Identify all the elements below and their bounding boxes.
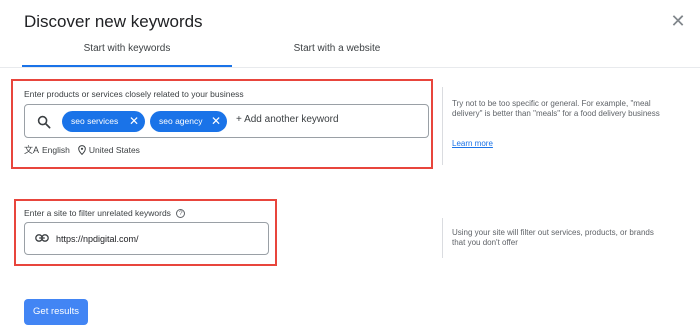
tab-divider	[0, 67, 700, 68]
locale-settings[interactable]: 文A English United States	[24, 143, 140, 156]
close-icon[interactable]: ✕	[670, 12, 686, 30]
keywords-tip-text: Try not to be too specific or general. F…	[452, 99, 660, 118]
language-value[interactable]: English	[42, 145, 70, 155]
add-keyword-placeholder[interactable]: + Add another keyword	[236, 114, 339, 125]
keyword-chip[interactable]: seo agency ✕	[150, 111, 227, 132]
remove-chip-icon[interactable]: ✕	[211, 111, 221, 132]
keyword-input[interactable]: seo services ✕ seo agency ✕ + Add anothe…	[24, 104, 429, 138]
dialog-title: Discover new keywords	[24, 12, 203, 31]
location-value[interactable]: United States	[89, 145, 140, 155]
site-url-value: https://npdigital.com/	[56, 234, 139, 244]
keyword-chip-label: seo services	[71, 116, 119, 126]
get-results-button[interactable]: Get results	[24, 299, 88, 325]
section-divider	[442, 218, 443, 258]
site-field-label-text: Enter a site to filter unrelated keyword…	[24, 208, 171, 218]
site-field-label: Enter a site to filter unrelated keyword…	[24, 208, 186, 218]
keyword-chip-label: seo agency	[159, 116, 203, 126]
keywords-field-label: Enter products or services closely relat…	[24, 89, 244, 99]
learn-more-link[interactable]: Learn more	[452, 139, 493, 148]
site-input[interactable]: https://npdigital.com/	[24, 222, 269, 255]
search-icon	[37, 115, 51, 129]
tab-start-with-website[interactable]: Start with a website	[232, 43, 442, 69]
translate-icon: 文A	[24, 145, 40, 155]
section-divider	[442, 87, 443, 165]
site-tip-text: Using your site will filter out services…	[452, 228, 654, 247]
link-icon	[35, 234, 49, 242]
location-pin-icon	[78, 144, 86, 155]
help-icon[interactable]: ?	[176, 209, 186, 218]
remove-chip-icon[interactable]: ✕	[129, 111, 139, 132]
keyword-chip[interactable]: seo services ✕	[62, 111, 145, 132]
